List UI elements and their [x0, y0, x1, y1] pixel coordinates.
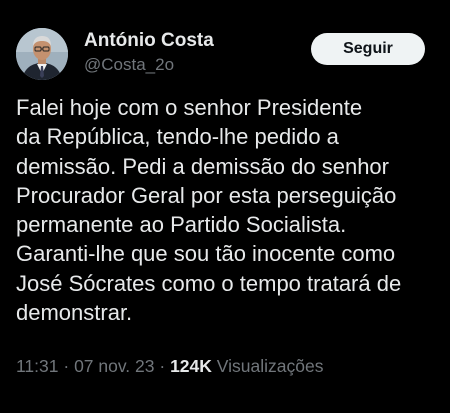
tweet: António Costa @Costa_2o Seguir Falei hoj…	[0, 0, 450, 413]
avatar-photo-icon	[16, 28, 68, 80]
meta-separator: ·	[154, 356, 171, 376]
tweet-date[interactable]: 07 nov. 23	[74, 356, 154, 376]
tweet-metadata: 11:31 · 07 nov. 23 · 124K Visualizações	[16, 356, 323, 377]
tweet-time[interactable]: 11:31	[16, 356, 59, 376]
author-name[interactable]: António Costa	[84, 30, 214, 52]
views-label: Visualizações	[216, 356, 324, 376]
views-count: 124K	[170, 356, 212, 376]
avatar[interactable]	[16, 28, 68, 80]
follow-button[interactable]: Seguir	[311, 33, 425, 65]
tweet-text: Falei hoje com o senhor Presidente da Re…	[16, 95, 402, 326]
author-handle[interactable]: @Costa_2o	[84, 55, 174, 75]
meta-separator: ·	[58, 356, 75, 376]
